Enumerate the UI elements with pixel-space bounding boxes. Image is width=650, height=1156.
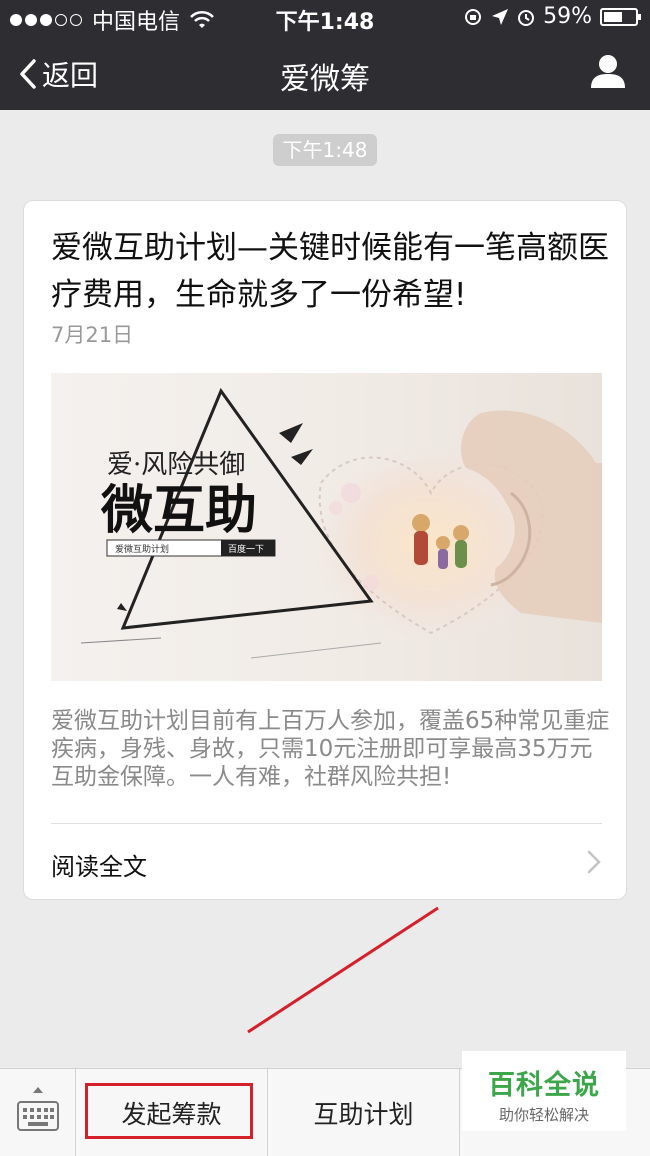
menu-start-fundraising[interactable]: 发起筹款 [76, 1069, 268, 1156]
status-right: 59% [463, 4, 641, 29]
chevron-up-icon [33, 1087, 43, 1093]
article-card[interactable]: 爱微互助计划—关键时候能有一笔高额医疗费用，生命就多了一份希望! 7月21日 爱… [23, 200, 627, 900]
article-description: 爱微互助计划目前有上百万人参加，覆盖65种常见重症疾病，身残、身故，只需10元注… [51, 708, 610, 790]
battery-percent: 59% [543, 4, 592, 29]
watermark-sub-text: 助你轻松解决 [498, 1106, 589, 1124]
menu-item-label: 互助计划 [313, 1100, 414, 1129]
cover-text-line2: 微互助 [100, 481, 257, 541]
chevron-right-icon [587, 850, 601, 874]
location-icon [492, 8, 509, 25]
status-bar: 中国电信 下午1:48 59% [0, 0, 650, 36]
alarm-icon [518, 9, 535, 26]
rotation-lock-icon [465, 8, 482, 25]
message-timestamp: 下午1:48 [273, 134, 377, 166]
battery-icon [600, 7, 641, 26]
profile-icon[interactable] [588, 52, 628, 92]
menu-mutual-aid-plan[interactable]: 互助计划 [268, 1069, 460, 1156]
watermark-logo: 百科全说 助你轻松解决 [462, 1051, 626, 1131]
read-more-link[interactable]: 阅读全文 [51, 847, 147, 882]
article-cover-image: 爱·风险共御 微互助 爱微互助计划 百度一下 [51, 373, 602, 681]
watermark-main-text: 百科全说 [488, 1070, 600, 1101]
article-date: 7月21日 [51, 323, 134, 347]
nav-bar: 返回 爱微筹 [0, 36, 650, 110]
keyboard-toggle-button[interactable] [0, 1069, 76, 1156]
cover-text-line1: 爱·风险共御 [107, 450, 245, 480]
highlight-box [85, 1083, 253, 1139]
cover-tag2: 百度一下 [228, 543, 264, 555]
article-title: 爱微互助计划—关键时候能有一笔高额医疗费用，生命就多了一份希望! [51, 230, 609, 313]
keyboard-icon [17, 1101, 59, 1131]
card-divider [51, 823, 602, 824]
annotation-arrow [247, 906, 439, 1034]
cover-tag1: 爱微互助计划 [115, 543, 169, 555]
page-title: 爱微筹 [280, 62, 370, 97]
